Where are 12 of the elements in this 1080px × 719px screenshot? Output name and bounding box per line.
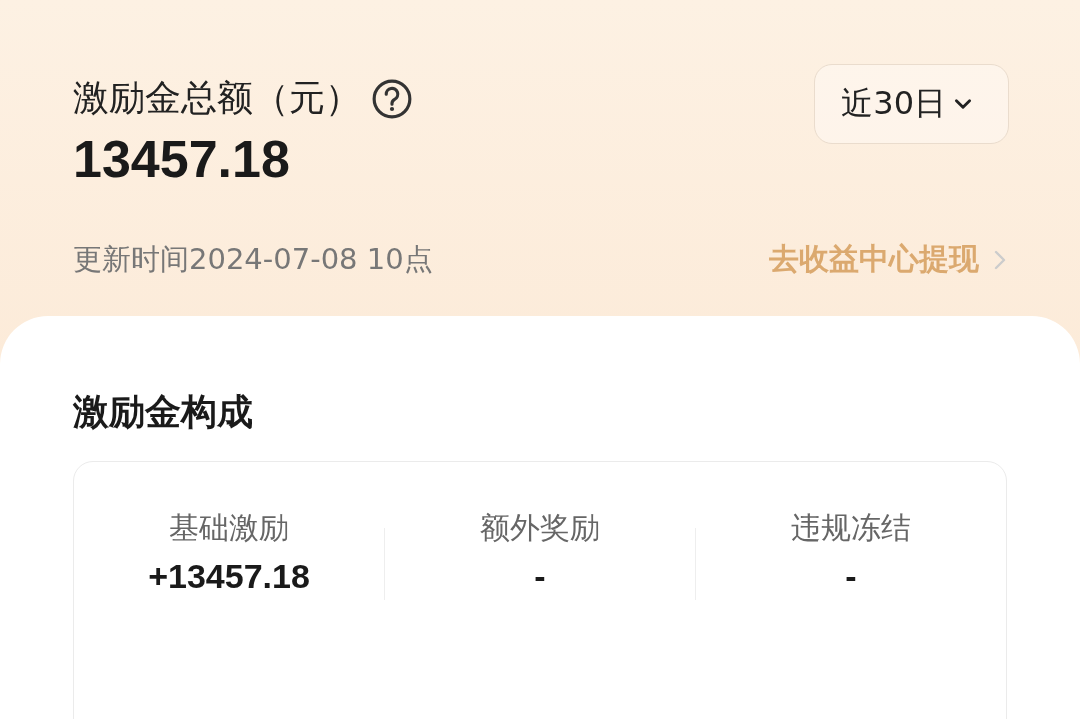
item-label: 额外奖励 (480, 509, 600, 547)
item-value: +13457.18 (148, 557, 310, 596)
help-icon[interactable] (371, 77, 413, 120)
item-value: - (845, 557, 857, 596)
total-amount: 13457.18 (73, 129, 291, 189)
composition-title: 激励金构成 (73, 390, 254, 434)
item-value: - (534, 557, 546, 596)
item-label: 基础激励 (169, 509, 289, 547)
period-dropdown[interactable]: 近30日 (814, 64, 1009, 144)
total-title: 激励金总额（元） (73, 76, 361, 120)
item-label: 违规冻结 (791, 509, 911, 547)
update-time: 更新时间2024-07-08 10点 (73, 240, 433, 278)
